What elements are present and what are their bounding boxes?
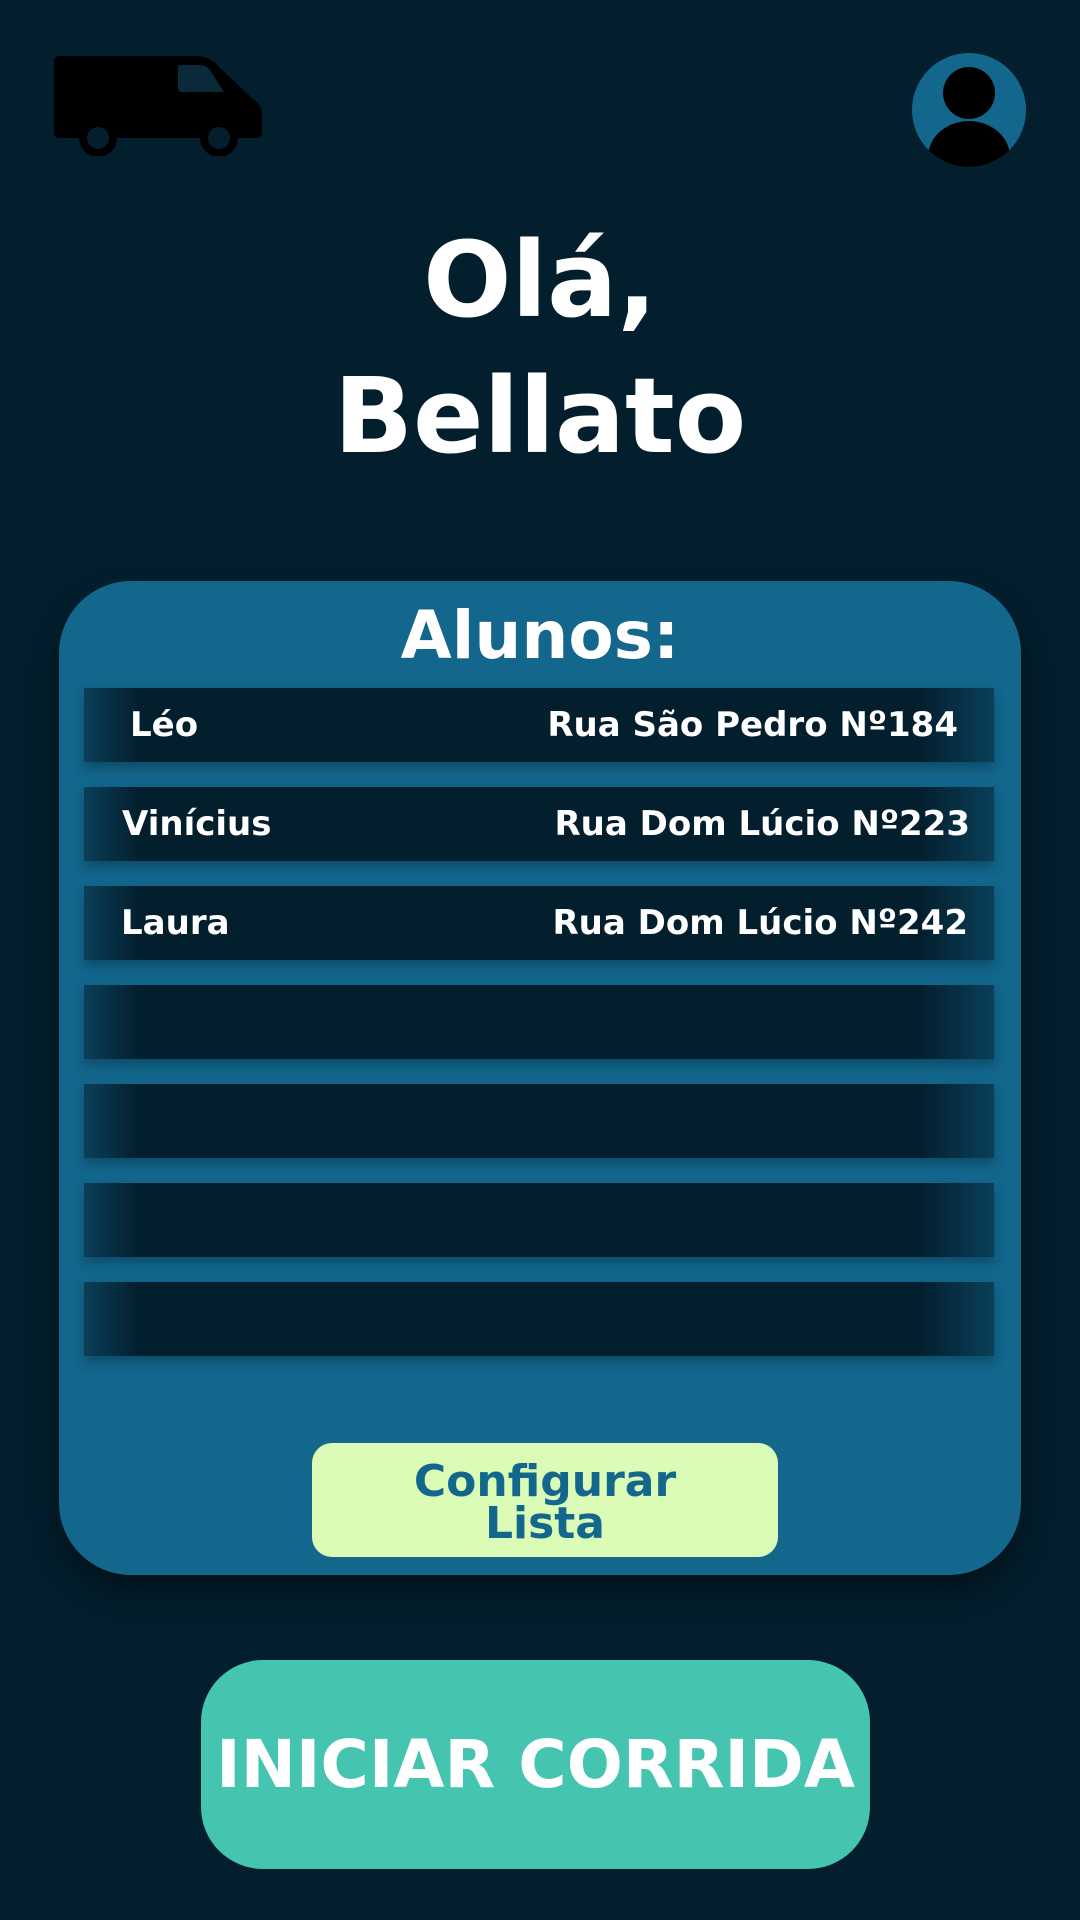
configure-list-button[interactable]: Configurar Lista (312, 1443, 778, 1557)
greeting-user-name: Bellato (333, 355, 747, 477)
students-card-title: Alunos: (400, 597, 680, 674)
greeting-line-1: Olá, (423, 219, 657, 341)
greeting: Olá, Bellato (0, 212, 1080, 484)
student-row[interactable]: Laura Rua Dom Lúcio Nº242 (84, 886, 994, 960)
start-ride-button[interactable]: INICIAR CORRIDA (201, 1660, 870, 1869)
student-row[interactable]: Vinícius Rua Dom Lúcio Nº223 (84, 787, 994, 861)
van-icon (54, 56, 262, 156)
student-name: Léo (130, 705, 199, 745)
configure-list-label-1: Configurar (413, 1456, 677, 1507)
student-name: Vinícius (122, 804, 272, 844)
user-avatar-icon (928, 67, 1010, 167)
profile-avatar-button[interactable] (912, 53, 1026, 167)
student-row-empty (84, 1282, 994, 1356)
student-name: Laura (121, 903, 230, 943)
student-row-empty (84, 1084, 994, 1158)
student-row-empty (84, 1183, 994, 1257)
configure-list-label-2: Lista (484, 1498, 606, 1549)
student-address: Rua Dom Lúcio Nº242 (552, 903, 969, 943)
student-address: Rua São Pedro Nº184 (547, 705, 958, 745)
student-address: Rua Dom Lúcio Nº223 (554, 804, 971, 844)
student-row-empty (84, 985, 994, 1059)
students-list: Léo Rua São Pedro Nº184 Vinícius Rua Dom… (84, 688, 994, 1356)
student-row[interactable]: Léo Rua São Pedro Nº184 (84, 688, 994, 762)
